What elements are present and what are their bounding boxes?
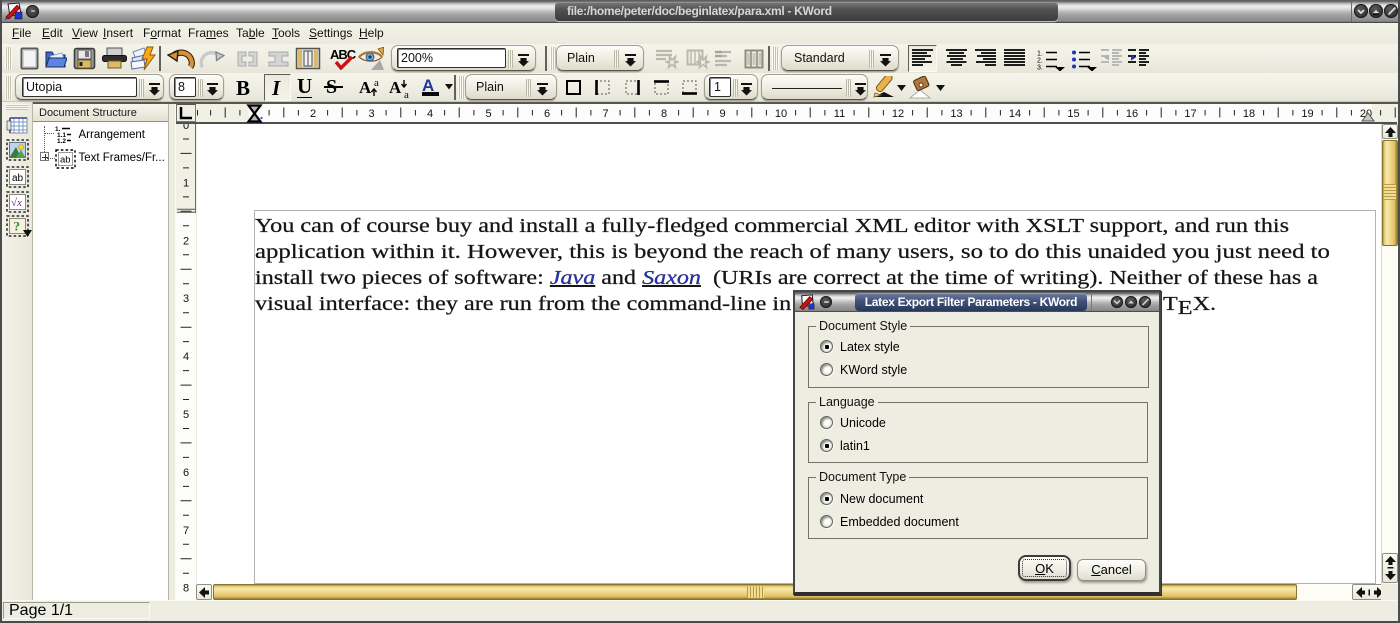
svg-text:8: 8 <box>661 108 667 120</box>
svg-text:A: A <box>389 78 402 97</box>
svg-text:1.: 1. <box>1037 51 1043 58</box>
svg-text:2.: 2. <box>1037 58 1043 65</box>
svg-text:3.: 3. <box>1037 65 1043 72</box>
svg-text:4: 4 <box>427 108 433 120</box>
svg-text:12: 12 <box>892 108 904 120</box>
svg-text:7: 7 <box>602 108 608 120</box>
svg-text:15: 15 <box>1067 108 1079 120</box>
svg-text:13: 13 <box>950 108 962 120</box>
svg-text:9: 9 <box>719 108 725 120</box>
svg-text:2: 2 <box>183 235 189 247</box>
svg-text:0: 0 <box>183 124 189 132</box>
svg-text:17: 17 <box>1184 108 1196 120</box>
svg-text:5: 5 <box>183 409 189 421</box>
svg-text:7: 7 <box>183 525 189 537</box>
svg-text:3: 3 <box>368 108 374 120</box>
svg-text:10: 10 <box>775 108 787 120</box>
svg-text:√x: √x <box>11 197 22 209</box>
svg-text:A: A <box>359 78 372 97</box>
svg-text:6: 6 <box>544 108 550 120</box>
svg-text:18: 18 <box>1243 108 1255 120</box>
svg-text:4: 4 <box>183 351 189 363</box>
svg-text:1: 1 <box>183 177 189 189</box>
svg-text:5: 5 <box>485 108 491 120</box>
svg-text:16: 16 <box>1126 108 1138 120</box>
svg-text:a: a <box>404 89 409 99</box>
svg-text:14: 14 <box>1009 108 1021 120</box>
svg-text:2: 2 <box>310 108 316 120</box>
svg-text:19: 19 <box>1301 108 1313 120</box>
svg-text:8: 8 <box>183 583 189 595</box>
svg-text:11: 11 <box>834 108 845 120</box>
svg-text:a: a <box>374 77 379 89</box>
svg-text:ab: ab <box>12 173 24 184</box>
svg-text:3: 3 <box>183 293 189 305</box>
svg-text:6: 6 <box>183 467 189 479</box>
svg-text:?: ? <box>14 219 21 234</box>
svg-text:ab: ab <box>60 155 71 166</box>
svg-text:1.2: 1.2 <box>57 138 66 145</box>
